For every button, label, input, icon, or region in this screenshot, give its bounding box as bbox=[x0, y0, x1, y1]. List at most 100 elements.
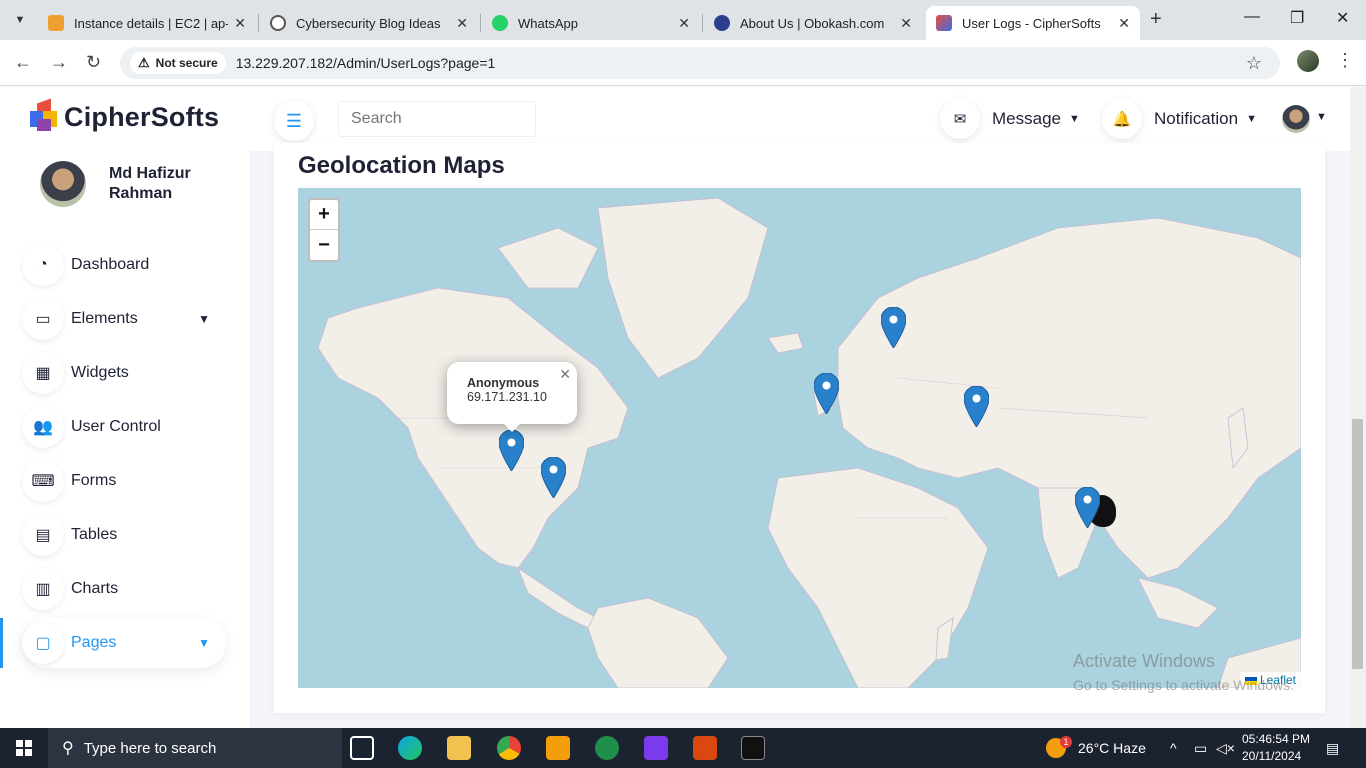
users-icon: 👥 bbox=[22, 406, 64, 448]
tab-whatsapp[interactable]: WhatsApp ✕ bbox=[482, 6, 700, 40]
tab-title: Cybersecurity Blog Ideas bbox=[296, 15, 441, 31]
sidebar-item-user-control[interactable]: 👥 User Control bbox=[22, 402, 226, 452]
sidebar-item-widgets[interactable]: ▦ Widgets bbox=[22, 348, 226, 398]
tab-aws[interactable]: Instance details | EC2 | ap-so ✕ bbox=[38, 6, 256, 40]
task-view-icon[interactable] bbox=[350, 736, 374, 760]
sidebar-item-elements[interactable]: ▭ Elements ▼ bbox=[22, 294, 226, 344]
close-icon[interactable]: ✕ bbox=[234, 15, 246, 32]
grid-icon: ▦ bbox=[22, 352, 64, 394]
chevron-down-icon[interactable]: ▼ bbox=[1316, 111, 1327, 123]
tab-user-logs[interactable]: User Logs - CipherSofts ✕ bbox=[926, 6, 1140, 40]
close-icon[interactable]: ✕ bbox=[1118, 15, 1130, 32]
location-marker[interactable] bbox=[964, 386, 989, 427]
sidebar: CipherSofts Md Hafizur Rahman ◔ Dashboar… bbox=[0, 87, 250, 728]
sidebar-item-pages[interactable]: ▢ Pages ▼ bbox=[22, 618, 226, 668]
app-icon[interactable] bbox=[546, 736, 570, 760]
system-clock[interactable]: 05:46:54 PM 20/11/2024 bbox=[1242, 731, 1310, 765]
close-icon[interactable]: ✕ bbox=[456, 15, 468, 32]
network-icon[interactable]: ▭ bbox=[1194, 740, 1207, 757]
close-icon[interactable]: ✕ bbox=[900, 15, 912, 32]
bell-icon: 🔔 bbox=[1102, 99, 1142, 139]
sidebar-item-label: Tables bbox=[71, 526, 118, 543]
search-input[interactable] bbox=[338, 101, 536, 137]
aws-icon bbox=[48, 15, 64, 31]
chevron-down-icon: ▼ bbox=[198, 312, 210, 326]
tab-title: About Us | Obokash.com bbox=[740, 15, 885, 31]
url-text[interactable]: 13.229.207.182/Admin/UserLogs?page=1 bbox=[236, 55, 496, 71]
warning-icon: ⚠ bbox=[138, 55, 150, 70]
openai-icon bbox=[270, 15, 286, 31]
security-label: Not secure bbox=[155, 56, 218, 70]
back-icon[interactable]: ← bbox=[14, 52, 32, 73]
sidebar-item-label: Widgets bbox=[71, 364, 129, 381]
geolocation-map[interactable]: + − ✕ Anonymous 69.171.231.10 Leaflet bbox=[298, 188, 1301, 688]
location-marker[interactable] bbox=[1075, 487, 1100, 528]
tab-search-button[interactable]: ▼ bbox=[8, 8, 32, 32]
notification-button[interactable]: 🔔 Notification ▼ bbox=[1102, 99, 1257, 139]
visual-studio-icon[interactable] bbox=[644, 736, 668, 760]
browser-menu-icon[interactable]: ⋮ bbox=[1336, 50, 1354, 71]
new-tab-button[interactable]: + bbox=[1150, 8, 1162, 31]
chrome-icon[interactable] bbox=[497, 736, 521, 760]
active-indicator bbox=[0, 618, 3, 668]
brand-logo[interactable]: CipherSofts bbox=[30, 98, 219, 133]
header-avatar[interactable] bbox=[1282, 105, 1310, 133]
file-explorer-icon[interactable] bbox=[447, 736, 471, 760]
speaker-muted-icon[interactable]: ◁× bbox=[1216, 740, 1235, 757]
page-title: Geolocation Maps bbox=[298, 152, 505, 179]
notification-center-icon[interactable]: ▤ bbox=[1326, 740, 1339, 757]
app-root: CipherSofts Md Hafizur Rahman ◔ Dashboar… bbox=[0, 87, 1366, 728]
edge-icon[interactable] bbox=[398, 736, 422, 760]
restore-icon[interactable]: ❐ bbox=[1290, 8, 1304, 28]
top-header: ☰ ✉ Message ▼ 🔔 Notification ▼ ▼ bbox=[250, 87, 1350, 151]
hamburger-menu-icon[interactable]: ☰ bbox=[274, 101, 314, 141]
windows-start-icon[interactable] bbox=[16, 740, 32, 756]
activate-windows-watermark: Activate Windows bbox=[1073, 651, 1216, 671]
address-bar[interactable]: ⚠ Not secure 13.229.207.182/Admin/UserLo… bbox=[120, 47, 1280, 79]
sidebar-item-label: Charts bbox=[71, 580, 119, 597]
sidebar-item-label: Dashboard bbox=[71, 256, 150, 273]
chevron-up-icon[interactable]: ^ bbox=[1170, 740, 1177, 756]
zoom-out-button[interactable]: − bbox=[310, 230, 338, 260]
file-icon: ▢ bbox=[22, 622, 64, 664]
ciphersofts-icon bbox=[936, 15, 952, 31]
reload-icon[interactable]: ↻ bbox=[86, 52, 101, 73]
popup-ip-address: 69.171.231.10 bbox=[467, 390, 547, 404]
avatar[interactable] bbox=[40, 161, 86, 207]
tab-divider bbox=[258, 14, 259, 32]
world-map-land bbox=[317, 197, 1301, 688]
dashboard-icon: ◔ bbox=[22, 244, 64, 286]
clock-date: 20/11/2024 bbox=[1242, 749, 1302, 763]
browser-tabbar: ▼ Instance details | EC2 | ap-so ✕ Cyber… bbox=[0, 0, 1366, 40]
sidebar-item-charts[interactable]: ▥ Charts bbox=[22, 564, 226, 614]
sidebar-item-tables[interactable]: ▤ Tables bbox=[22, 510, 226, 560]
security-chip[interactable]: ⚠ Not secure bbox=[130, 52, 226, 74]
message-button[interactable]: ✉ Message ▼ bbox=[940, 99, 1080, 139]
location-marker[interactable] bbox=[541, 457, 566, 498]
location-marker[interactable] bbox=[814, 373, 839, 414]
close-icon[interactable]: ✕ bbox=[678, 15, 690, 32]
powerpoint-icon[interactable] bbox=[693, 736, 717, 760]
bookmark-star-icon[interactable]: ☆ bbox=[1246, 53, 1262, 74]
tab-obokash[interactable]: About Us | Obokash.com ✕ bbox=[704, 6, 922, 40]
minimize-icon[interactable]: — bbox=[1244, 8, 1260, 26]
chevron-down-icon: ▼ bbox=[198, 636, 210, 650]
close-window-icon[interactable]: ✕ bbox=[1336, 8, 1349, 28]
terminal-icon[interactable] bbox=[741, 736, 765, 760]
mongodb-icon[interactable] bbox=[595, 736, 619, 760]
weather-text[interactable]: 26°C Haze bbox=[1078, 740, 1146, 756]
browser-profile-avatar[interactable] bbox=[1297, 50, 1319, 72]
forward-icon[interactable]: → bbox=[50, 52, 68, 73]
popup-tip bbox=[502, 422, 522, 432]
sidebar-item-dashboard[interactable]: ◔ Dashboard bbox=[22, 240, 226, 290]
location-marker[interactable] bbox=[499, 430, 524, 471]
ciphersofts-logo-icon bbox=[30, 98, 58, 133]
zoom-in-button[interactable]: + bbox=[310, 200, 338, 230]
sidebar-item-forms[interactable]: ⌨ Forms bbox=[22, 456, 226, 506]
notification-label: Notification bbox=[1154, 109, 1239, 128]
taskbar-search[interactable]: ⚲ Type here to search bbox=[48, 728, 342, 768]
tab-cybersecurity[interactable]: Cybersecurity Blog Ideas ✕ bbox=[260, 6, 478, 40]
scrollbar-thumb[interactable] bbox=[1352, 419, 1363, 669]
popup-close-icon[interactable]: ✕ bbox=[559, 366, 571, 383]
location-marker[interactable] bbox=[881, 307, 906, 348]
